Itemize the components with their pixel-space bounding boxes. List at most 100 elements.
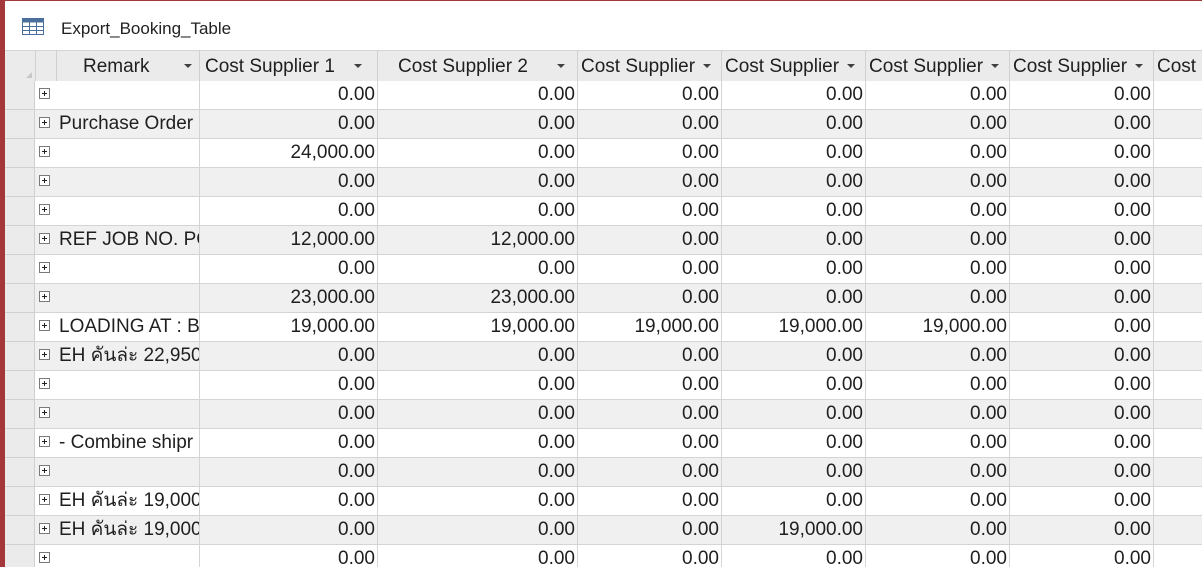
record-selector[interactable] [5, 545, 35, 567]
cell-cs1[interactable]: 0.00 [200, 110, 378, 139]
cell-cs6[interactable]: 0.00 [1010, 516, 1154, 545]
record-selector[interactable] [5, 371, 35, 400]
cell-cs3[interactable]: 0.00 [578, 81, 722, 110]
cell-cs3[interactable]: 0.00 [578, 139, 722, 168]
cell-cs3[interactable]: 0.00 [578, 487, 722, 516]
cell-cs5[interactable]: 0.00 [866, 168, 1010, 197]
cell-cs6[interactable]: 0.00 [1010, 81, 1154, 110]
expand-plus-icon[interactable] [39, 146, 50, 157]
cell-cs6[interactable]: 0.00 [1010, 545, 1154, 567]
cell-remark[interactable] [56, 545, 200, 567]
cell-cs7[interactable] [1154, 284, 1202, 313]
expand-plus-icon[interactable] [39, 378, 50, 389]
cell-cs2[interactable]: 0.00 [378, 139, 578, 168]
cell-cs2[interactable]: 0.00 [378, 458, 578, 487]
cell-cs5[interactable]: 0.00 [866, 429, 1010, 458]
cell-cs1[interactable]: 0.00 [200, 371, 378, 400]
cell-cs2[interactable]: 0.00 [378, 110, 578, 139]
expand-plus-icon[interactable] [39, 436, 50, 447]
cell-remark[interactable]: EH คันล่ะ 22,950 [56, 342, 200, 371]
cell-cs6[interactable]: 0.00 [1010, 342, 1154, 371]
cell-cs2[interactable]: 0.00 [378, 516, 578, 545]
cell-cs6[interactable]: 0.00 [1010, 197, 1154, 226]
cell-cs6[interactable]: 0.00 [1010, 139, 1154, 168]
cell-cs5[interactable]: 0.00 [866, 342, 1010, 371]
cell-cs7[interactable] [1154, 545, 1202, 567]
record-selector[interactable] [5, 197, 35, 226]
expand-plus-icon[interactable] [39, 320, 50, 331]
sort-filter-dropdown-icon[interactable] [991, 64, 999, 68]
cell-cs4[interactable]: 0.00 [722, 81, 866, 110]
cell-cs5[interactable]: 0.00 [866, 400, 1010, 429]
record-selector[interactable] [5, 487, 35, 516]
column-header-cs3[interactable]: Cost Supplier [578, 51, 722, 81]
record-selector[interactable] [5, 458, 35, 487]
record-selector[interactable] [5, 139, 35, 168]
cell-cs3[interactable]: 0.00 [578, 429, 722, 458]
cell-cs7[interactable] [1154, 226, 1202, 255]
expand-plus-icon[interactable] [39, 407, 50, 418]
cell-remark[interactable] [56, 400, 200, 429]
cell-cs4[interactable]: 0.00 [722, 255, 866, 284]
expand-plus-icon[interactable] [39, 552, 50, 563]
cell-cs5[interactable]: 0.00 [866, 226, 1010, 255]
record-selector[interactable] [5, 429, 35, 458]
cell-cs7[interactable] [1154, 342, 1202, 371]
record-selector[interactable] [5, 110, 35, 139]
sort-filter-dropdown-icon[interactable] [1135, 64, 1143, 68]
expand-plus-icon[interactable] [39, 262, 50, 273]
cell-cs3[interactable]: 0.00 [578, 371, 722, 400]
cell-cs3[interactable]: 0.00 [578, 545, 722, 567]
cell-cs6[interactable]: 0.00 [1010, 429, 1154, 458]
cell-cs4[interactable]: 0.00 [722, 284, 866, 313]
cell-cs1[interactable]: 12,000.00 [200, 226, 378, 255]
column-header-cs5[interactable]: Cost Supplier [866, 51, 1010, 81]
cell-cs5[interactable]: 0.00 [866, 284, 1010, 313]
cell-cs6[interactable]: 0.00 [1010, 110, 1154, 139]
cell-remark[interactable] [56, 197, 200, 226]
cell-cs4[interactable]: 0.00 [722, 400, 866, 429]
cell-cs6[interactable]: 0.00 [1010, 226, 1154, 255]
cell-remark[interactable]: EH คันล่ะ 19,000 [56, 516, 200, 545]
expand-plus-icon[interactable] [39, 175, 50, 186]
cell-cs3[interactable]: 0.00 [578, 168, 722, 197]
cell-cs5[interactable]: 0.00 [866, 110, 1010, 139]
cell-cs7[interactable] [1154, 313, 1202, 342]
cell-cs1[interactable]: 23,000.00 [200, 284, 378, 313]
expand-plus-icon[interactable] [39, 204, 50, 215]
column-header-remark[interactable]: Remark [56, 51, 200, 81]
cell-remark[interactable] [56, 81, 200, 110]
cell-cs4[interactable]: 0.00 [722, 545, 866, 567]
expand-plus-icon[interactable] [39, 349, 50, 360]
cell-cs3[interactable]: 0.00 [578, 458, 722, 487]
cell-cs6[interactable]: 0.00 [1010, 458, 1154, 487]
cell-remark[interactable] [56, 371, 200, 400]
cell-cs4[interactable]: 19,000.00 [722, 516, 866, 545]
cell-remark[interactable]: Purchase Order [56, 110, 200, 139]
cell-remark[interactable] [56, 255, 200, 284]
cell-cs4[interactable]: 0.00 [722, 458, 866, 487]
cell-cs6[interactable]: 0.00 [1010, 168, 1154, 197]
cell-cs7[interactable] [1154, 197, 1202, 226]
cell-cs1[interactable]: 0.00 [200, 255, 378, 284]
cell-cs3[interactable]: 0.00 [578, 226, 722, 255]
cell-remark[interactable] [56, 168, 200, 197]
cell-cs3[interactable]: 0.00 [578, 342, 722, 371]
record-selector[interactable] [5, 342, 35, 371]
cell-cs7[interactable] [1154, 81, 1202, 110]
cell-cs5[interactable]: 0.00 [866, 81, 1010, 110]
cell-cs1[interactable]: 0.00 [200, 458, 378, 487]
cell-cs4[interactable]: 0.00 [722, 371, 866, 400]
column-header-cs4[interactable]: Cost Supplier [722, 51, 866, 81]
cell-cs1[interactable]: 19,000.00 [200, 313, 378, 342]
cell-cs6[interactable]: 0.00 [1010, 371, 1154, 400]
cell-cs1[interactable]: 0.00 [200, 400, 378, 429]
expand-plus-icon[interactable] [39, 233, 50, 244]
cell-cs2[interactable]: 23,000.00 [378, 284, 578, 313]
cell-cs6[interactable]: 0.00 [1010, 400, 1154, 429]
cell-cs6[interactable]: 0.00 [1010, 284, 1154, 313]
cell-cs4[interactable]: 0.00 [722, 139, 866, 168]
cell-cs5[interactable]: 0.00 [866, 139, 1010, 168]
cell-cs3[interactable]: 0.00 [578, 110, 722, 139]
column-header-cs2[interactable]: Cost Supplier 2 [378, 51, 578, 81]
